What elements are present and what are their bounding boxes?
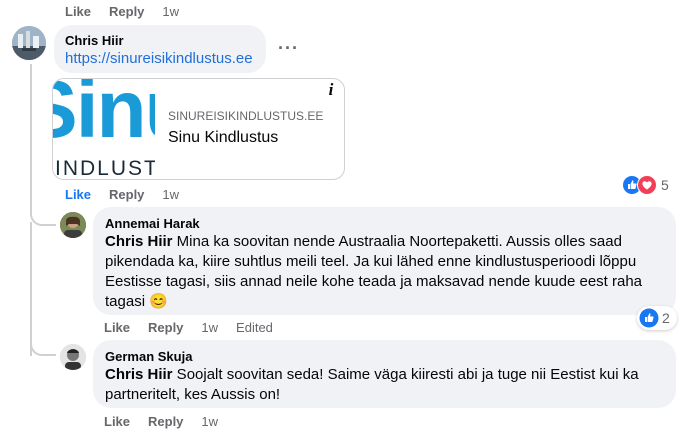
- link-preview-card[interactable]: Sinu INDLUSTI SINUREISIKINDLUSTUS.EE Sin…: [52, 78, 345, 180]
- reactions-summary[interactable]: 2: [637, 306, 677, 330]
- link-preview-title: Sinu Kindlustus: [168, 129, 279, 146]
- timestamp[interactable]: 1w: [162, 4, 179, 19]
- thumbnail-logo-subtext: INDLUSTI: [55, 157, 155, 180]
- thread-line: [30, 330, 56, 356]
- timestamp[interactable]: 1w: [201, 414, 218, 429]
- reactions-summary[interactable]: 5: [622, 174, 672, 196]
- link-preview-domain: SINUREISIKINDLUSTUS.EE: [168, 109, 324, 123]
- love-reaction-icon: [637, 175, 657, 195]
- comment-link[interactable]: https://sinureisikindlustus.ee: [65, 50, 253, 67]
- timestamp[interactable]: 1w: [201, 320, 218, 335]
- reply-button[interactable]: Reply: [109, 187, 144, 202]
- comment-bubble: German Skuja Chris Hiir Soojalt soovitan…: [93, 340, 676, 408]
- edited-label: Edited: [236, 319, 273, 335]
- reply-button[interactable]: Reply: [109, 4, 144, 19]
- timestamp[interactable]: 1w: [162, 187, 179, 202]
- avatar-photo: [60, 344, 86, 370]
- comment-bubble: Chris Hiir https://sinureisikindlustus.e…: [54, 25, 266, 73]
- mention-link[interactable]: Chris Hiir: [105, 366, 173, 383]
- comment-actions: Like Reply 1w Edited: [104, 318, 291, 336]
- top-comment-actions: Like Reply 1w: [65, 2, 197, 20]
- more-options-icon[interactable]: ···: [278, 38, 299, 59]
- comment-actions: Like Reply 1w: [104, 412, 236, 430]
- comment-text: Chris Hiir Soojalt soovitan seda! Saime …: [105, 365, 650, 405]
- like-button[interactable]: Like: [104, 414, 130, 429]
- comment-body: Mina ka soovitan nende Austraalia Noorte…: [105, 233, 643, 310]
- comment-text: Chris Hiir Mina ka soovitan nende Austra…: [105, 232, 650, 312]
- mention-link[interactable]: Chris Hiir: [105, 233, 173, 250]
- reply-button[interactable]: Reply: [148, 414, 183, 429]
- like-button[interactable]: Like: [65, 187, 91, 202]
- reaction-count: 5: [661, 177, 669, 193]
- reaction-count: 2: [662, 310, 670, 326]
- reply-button[interactable]: Reply: [148, 320, 183, 335]
- like-button[interactable]: Like: [104, 320, 130, 335]
- comment-author[interactable]: Annemai Harak: [105, 216, 200, 231]
- thumbnail-logo-text: Sinu: [53, 79, 155, 155]
- comment-author[interactable]: German Skuja: [105, 349, 192, 364]
- avatar-photo: [60, 212, 86, 238]
- comment-body: Soojalt soovitan seda! Saime väga kiires…: [105, 366, 639, 403]
- like-button[interactable]: Like: [65, 4, 91, 19]
- avatar[interactable]: [60, 344, 86, 370]
- like-reaction-icon: [639, 308, 659, 328]
- avatar[interactable]: [60, 212, 86, 238]
- smile-emoji-icon: 😊: [149, 293, 168, 310]
- avatar[interactable]: [12, 26, 46, 60]
- info-icon[interactable]: i: [321, 80, 341, 100]
- avatar-photo: [12, 26, 46, 60]
- comment-actions: Like Reply 1w: [65, 185, 197, 203]
- comment-author[interactable]: Chris Hiir: [65, 33, 124, 48]
- comment-bubble: Annemai Harak Chris Hiir Mina ka soovita…: [93, 207, 676, 315]
- link-preview-thumbnail: Sinu INDLUSTI: [53, 79, 155, 179]
